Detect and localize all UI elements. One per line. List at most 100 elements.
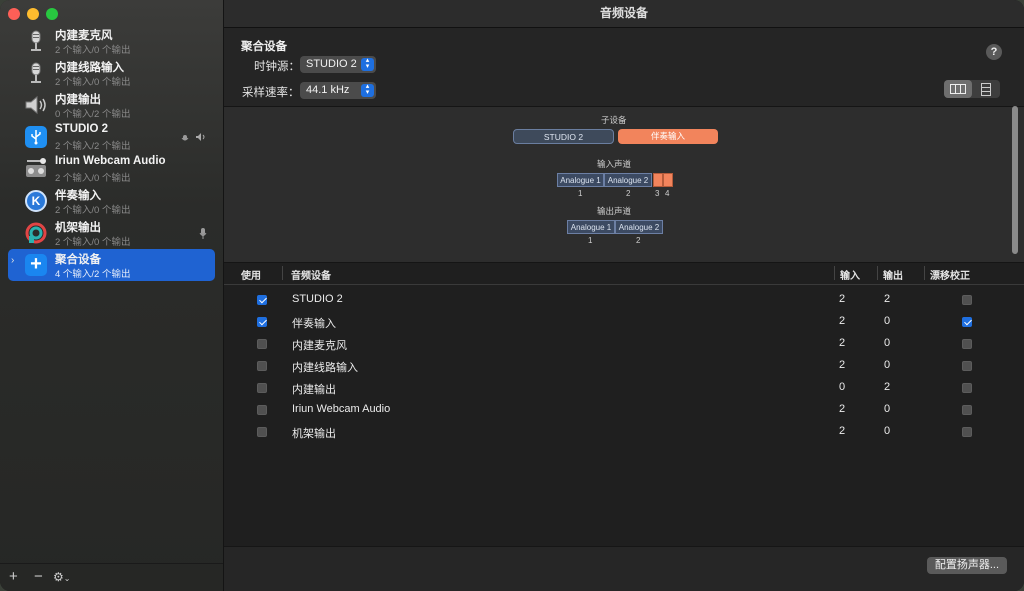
k-app-icon: K [23, 189, 49, 213]
use-checkbox[interactable] [257, 361, 267, 371]
zoom-window-button[interactable] [46, 8, 58, 20]
output-count-cell: 0 [884, 425, 891, 437]
input-channel-2: Analogue 2 [604, 173, 652, 187]
col-use[interactable]: 使用 [241, 267, 261, 282]
device-io: 2 个输入/2 个输出 [55, 141, 131, 152]
column-divider [924, 266, 925, 280]
device-cell: 内建输出 [292, 384, 336, 396]
table-row[interactable]: Iriun Webcam Audio 2 0 [224, 399, 1024, 421]
help-button[interactable]: ? [986, 44, 1002, 60]
audio-midi-window: 内建麦克风 2 个输入/0 个输出 内建线路输入 2 个输入/0 个输出 内建输… [0, 0, 1024, 591]
output-channels-label: 输出声道 [597, 206, 632, 216]
drift-correction-checkbox[interactable] [962, 361, 972, 371]
device-item-iriun-webcam[interactable]: Iriun Webcam Audio 2 个输入/0 个输出 [8, 153, 215, 185]
minimize-window-button[interactable] [27, 8, 39, 20]
view-horizontal-button[interactable] [944, 80, 972, 98]
output-channel-2: Analogue 2 [615, 220, 663, 234]
drift-correction-checkbox[interactable] [962, 317, 972, 327]
clock-source-popup[interactable]: STUDIO 2 ▴ ▾ [300, 56, 376, 73]
device-list: 内建麦克风 2 个输入/0 个输出 内建线路输入 2 个输入/0 个输出 内建输… [0, 25, 223, 281]
drift-correction-checkbox[interactable] [962, 339, 972, 349]
table-row[interactable]: 伴奏输入 2 0 [224, 311, 1024, 333]
device-name: STUDIO 2 [55, 123, 109, 135]
table-row[interactable]: STUDIO 2 2 2 [224, 289, 1024, 311]
table-row[interactable]: 机架输出 2 0 [224, 421, 1024, 443]
remove-device-button[interactable]: − [34, 568, 43, 585]
device-io: 2 个输入/0 个输出 [55, 237, 131, 248]
device-name: Iriun Webcam Audio [55, 155, 166, 167]
device-settings-panel: 聚合设备 时钟源： STUDIO 2 ▴ ▾ 采样速率： 44.1 kHz ▴ ▾ … [224, 28, 1024, 106]
use-checkbox[interactable] [257, 339, 267, 349]
device-cell: 内建麦克风 [292, 340, 347, 352]
sidebar-toolbar: + − ⚙⌄ [0, 563, 223, 591]
device-item-banzou-input[interactable]: K 伴奏输入 2 个输入/0 个输出 [8, 185, 215, 217]
device-item-builtin-line-in[interactable]: 内建线路输入 2 个输入/0 个输出 [8, 57, 215, 89]
table-row[interactable]: 内建输出 0 2 [224, 377, 1024, 399]
drift-correction-checkbox[interactable] [962, 295, 972, 305]
output-count-cell: 0 [884, 315, 891, 327]
input-count-cell: 2 [839, 337, 846, 349]
chevron-right-icon[interactable]: › [11, 255, 14, 266]
view-toggle [944, 80, 1000, 98]
subdevice-pill-banzou[interactable]: 伴奏输入 [618, 129, 718, 144]
device-name: 内建线路输入 [55, 62, 124, 74]
sample-rate-popup[interactable]: 44.1 kHz ▴ ▾ [300, 82, 376, 99]
col-output[interactable]: 输出 [883, 267, 903, 282]
main-pane: 音频设备 聚合设备 时钟源： STUDIO 2 ▴ ▾ 采样速率： 44.1 kH… [224, 0, 1024, 591]
use-checkbox[interactable] [257, 405, 267, 415]
device-item-builtin-mic[interactable]: 内建麦克风 2 个输入/0 个输出 [8, 25, 215, 57]
col-device[interactable]: 音频设备 [291, 267, 331, 282]
device-item-aggregate[interactable]: › + 聚合设备 4 个输入/2 个输出 [8, 249, 215, 281]
drift-correction-checkbox[interactable] [962, 383, 972, 393]
device-item-builtin-output[interactable]: 内建输出 0 个输入/2 个输出 [8, 89, 215, 121]
gear-icon: ⚙ [53, 570, 64, 584]
device-cell: STUDIO 2 [292, 293, 343, 305]
mic-badge-icon [199, 228, 207, 242]
table-row[interactable]: 内建线路输入 2 0 [224, 355, 1024, 377]
device-cell: 伴奏输入 [292, 318, 336, 330]
section-title: 聚合设备 [241, 41, 287, 53]
subdevice-pill-studio2[interactable]: STUDIO 2 [513, 129, 614, 144]
col-input[interactable]: 输入 [840, 267, 860, 282]
output-count-cell: 2 [884, 293, 891, 305]
view-vertical-button[interactable] [972, 80, 1000, 98]
configure-speakers-button[interactable]: 配置扬声器... [926, 557, 1007, 574]
input-count-cell: 0 [839, 381, 846, 393]
device-item-studio2[interactable]: STUDIO 2 2 个输入/2 个输出 [8, 121, 215, 153]
device-name: 伴奏输入 [55, 190, 101, 202]
input-channel-num: 3 [655, 189, 660, 198]
add-device-button[interactable]: + [9, 568, 18, 585]
device-item-rack-output[interactable]: 机架输出 2 个输入/0 个输出 [8, 217, 215, 249]
use-checkbox[interactable] [257, 383, 267, 393]
device-cell: Iriun Webcam Audio [292, 403, 391, 415]
use-checkbox[interactable] [257, 295, 267, 305]
mic-speaker-badge-icon [181, 132, 207, 144]
sidebar: 内建麦克风 2 个输入/0 个输出 内建线路输入 2 个输入/0 个输出 内建输… [0, 0, 224, 591]
device-io: 2 个输入/0 个输出 [55, 205, 131, 216]
drift-correction-checkbox[interactable] [962, 405, 972, 415]
gear-menu-button[interactable]: ⚙⌄ [53, 570, 70, 584]
column-divider [877, 266, 878, 280]
window-controls [8, 8, 58, 20]
close-window-button[interactable] [8, 8, 20, 20]
sample-rate-label: 采样速率： [242, 87, 300, 99]
col-drift[interactable]: 漂移校正 [930, 267, 970, 282]
input-channel-3 [653, 173, 663, 187]
bottom-bar: 配置扬声器... [224, 546, 1024, 591]
use-checkbox[interactable] [257, 427, 267, 437]
speaker-icon [23, 93, 49, 117]
diagram-scrollbar[interactable] [1012, 106, 1018, 254]
line-in-icon [23, 61, 49, 85]
device-io: 4 个输入/2 个输出 [55, 269, 131, 280]
input-count-cell: 2 [839, 425, 846, 437]
table-row[interactable]: 内建麦克风 2 0 [224, 333, 1024, 355]
output-channel-num: 1 [588, 236, 593, 245]
subdevices-label: 子设备 [601, 115, 627, 125]
output-channel-num: 2 [636, 236, 641, 245]
drift-correction-checkbox[interactable] [962, 427, 972, 437]
device-io: 2 个输入/0 个输出 [55, 173, 131, 184]
device-cell: 机架输出 [292, 428, 336, 440]
use-checkbox[interactable] [257, 317, 267, 327]
column-divider [282, 266, 283, 280]
webcam-audio-icon [23, 157, 49, 181]
